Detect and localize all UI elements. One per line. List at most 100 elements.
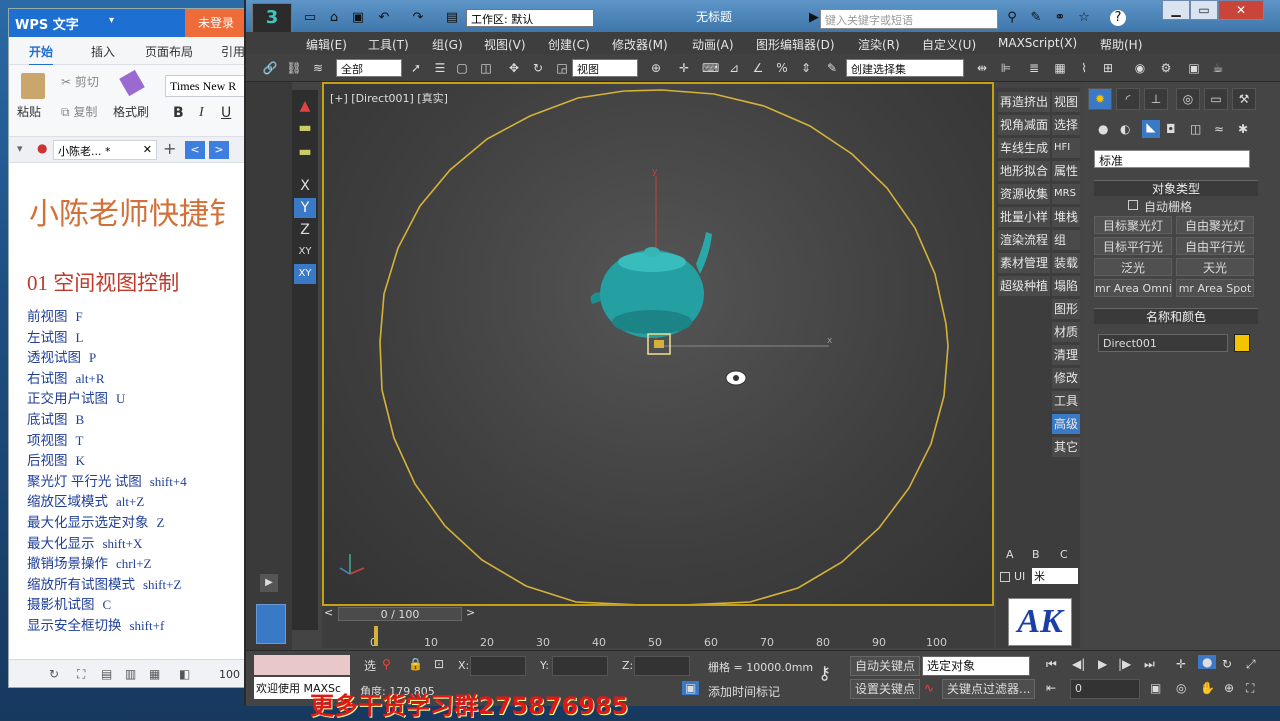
paste-button[interactable]: 粘贴 <box>17 103 41 120</box>
plugin-button[interactable]: 其它 <box>1052 437 1080 457</box>
mirror-icon[interactable]: ⇹ <box>974 60 990 76</box>
percent-snap-icon[interactable]: % <box>774 60 790 76</box>
snap-toggle-icon[interactable]: ⊿ <box>726 60 742 76</box>
category-select[interactable]: 标准 <box>1094 150 1250 168</box>
axis-x-button[interactable]: X <box>294 176 316 196</box>
cut-button[interactable]: ✂ 剪切 <box>61 73 99 90</box>
project-folder-icon[interactable]: ▤ <box>444 10 460 26</box>
x-coord-input[interactable] <box>470 656 526 676</box>
next-key-icon[interactable]: |▶ <box>1118 657 1131 671</box>
rendered-frame-icon[interactable]: ▣ <box>1186 60 1202 76</box>
measure-icon[interactable]: ▬ <box>294 142 316 162</box>
plugin-button[interactable]: 资源收集 <box>998 184 1050 204</box>
render-icon[interactable]: ☕ <box>1210 60 1226 76</box>
scale-icon[interactable]: ◲ <box>554 60 570 76</box>
menu-rendering[interactable]: 渲染(R) <box>858 36 900 53</box>
key-filters-button[interactable]: 关键点过滤器... <box>942 679 1036 699</box>
menu-create[interactable]: 创建(C) <box>548 36 590 53</box>
zoom-level[interactable]: 100 <box>219 668 240 681</box>
plugin-button[interactable]: 地形拟合 <box>998 161 1050 181</box>
menu-views[interactable]: 视图(V) <box>484 36 526 53</box>
select-object-icon[interactable]: ➚ <box>408 60 424 76</box>
time-config-icon[interactable]: ▣ <box>1150 681 1161 695</box>
axis-z-button[interactable]: Z <box>294 220 316 240</box>
geometry-icon[interactable]: ● <box>1098 122 1108 136</box>
plugin-button[interactable]: 修改 <box>1052 368 1080 388</box>
undo-icon[interactable]: ↶ <box>376 10 392 26</box>
plugin-button[interactable]: 属性 <box>1052 161 1080 181</box>
schematic-view-icon[interactable]: ⊞ <box>1100 60 1116 76</box>
play-icon[interactable]: ▶ <box>1098 657 1107 671</box>
login-button[interactable]: 未登录 <box>185 9 245 37</box>
skylight-button[interactable]: 天光 <box>1176 258 1254 276</box>
plugin-button[interactable]: 装载 <box>1052 253 1080 273</box>
web-view-icon[interactable]: ▦ <box>149 667 160 681</box>
help-icon[interactable]: ? <box>1110 10 1126 26</box>
graphite-ribbon-icon[interactable]: ▦ <box>1052 60 1068 76</box>
tab-a[interactable]: A <box>1006 548 1014 561</box>
prev-key-icon[interactable]: ◀| <box>1072 657 1085 671</box>
set-key-button[interactable]: 设置关键点 <box>850 679 921 699</box>
save-icon[interactable]: ▣ <box>350 10 366 26</box>
maximize-button[interactable]: ▭ <box>1190 0 1218 20</box>
add-time-tag-label[interactable]: 添加时间标记 <box>708 683 780 700</box>
pin-icon[interactable]: ● <box>37 141 47 155</box>
menu-maxscript[interactable]: MAXScript(X) <box>998 36 1077 50</box>
orbit-icon[interactable]: ↻ <box>1222 657 1232 671</box>
perspective-viewport[interactable]: [+] [Direct001] [真实] y x <box>322 82 994 606</box>
viewport-thumbnail[interactable] <box>256 604 286 644</box>
document-tab[interactable]: 小陈老... * ✕ <box>53 140 157 160</box>
helpers-icon[interactable]: ◫ <box>1190 122 1201 136</box>
plugin-button[interactable]: 堆栈 <box>1052 207 1080 227</box>
plugin-button[interactable]: 工具 <box>1052 391 1080 411</box>
lock-icon[interactable]: 🔒 <box>408 657 423 671</box>
plugin-button[interactable]: 再造挤出 <box>998 92 1050 112</box>
underline-button[interactable]: U <box>221 105 231 121</box>
plugin-button[interactable]: 车线生成 <box>998 138 1050 158</box>
plugin-button[interactable]: MRS <box>1052 184 1080 204</box>
document-page[interactable]: 小陈老师快捷钅 01 空间视图控制 前视图 F 左试图 L 透视试图 P 右试图 alt… <box>9 163 245 659</box>
paste-icon[interactable] <box>21 73 45 99</box>
move-icon[interactable]: ✥ <box>506 60 522 76</box>
axis-y-button[interactable]: Y <box>294 198 316 218</box>
plugin-button[interactable]: 塌陷 <box>1052 276 1080 296</box>
absolute-mode-icon[interactable]: ⊡ <box>434 657 444 671</box>
plugin-button[interactable]: 清理 <box>1052 345 1080 365</box>
systems-icon[interactable]: ✱ <box>1238 122 1248 136</box>
plugin-button[interactable]: 视图 <box>1052 92 1080 112</box>
target-direct-button[interactable]: 目标平行光 <box>1094 237 1172 255</box>
selection-filter-select[interactable]: 全部 <box>336 59 402 77</box>
layer-manager-icon[interactable]: ≣ <box>1026 60 1042 76</box>
create-tab-icon[interactable]: ✹ <box>1088 88 1112 110</box>
favorites-icon[interactable]: ☆ <box>1076 10 1092 26</box>
rect-selection-icon[interactable]: ▢ <box>454 60 470 76</box>
utilities-tab-icon[interactable]: ⚒ <box>1232 88 1256 110</box>
menu-modifiers[interactable]: 修改器(M) <box>612 36 668 53</box>
render-setup-icon[interactable]: ⚙ <box>1158 60 1174 76</box>
z-coord-input[interactable] <box>634 656 690 676</box>
plugin-button[interactable]: 视角减面 <box>998 115 1050 135</box>
fullscreen-toggle-icon[interactable]: ⛶ <box>1246 681 1254 696</box>
menu-help[interactable]: 帮助(H) <box>1100 36 1142 53</box>
scale-up-icon[interactable]: ▲ <box>294 96 316 116</box>
object-color-swatch[interactable] <box>1234 334 1250 352</box>
format-painter-button[interactable]: 格式刷 <box>113 103 149 120</box>
pivot-center-icon[interactable]: ⊕ <box>648 60 664 76</box>
tab-home[interactable]: 开始 <box>29 43 54 66</box>
bind-space-warp-icon[interactable]: ≋ <box>310 60 326 76</box>
next-tab-button[interactable]: > <box>209 141 229 159</box>
close-button[interactable]: ✕ <box>1218 0 1264 20</box>
omni-button[interactable]: 泛光 <box>1094 258 1172 276</box>
object-type-rollout[interactable]: 对象类型 <box>1094 180 1258 196</box>
new-file-icon[interactable]: ▭ <box>302 10 318 26</box>
menu-group[interactable]: 组(G) <box>432 36 463 53</box>
minimize-button[interactable]: ▁ <box>1162 0 1190 20</box>
reference-coordinate-select[interactable]: 视图 <box>572 59 638 77</box>
format-painter-icon[interactable] <box>119 69 145 97</box>
menu-graph-editors[interactable]: 图形编辑器(D) <box>756 36 835 53</box>
menu-edit[interactable]: 编辑(E) <box>306 36 347 53</box>
bold-button[interactable]: B <box>173 105 184 121</box>
fov-icon[interactable]: ◎ <box>1176 681 1186 695</box>
target-spot-button[interactable]: 目标聚光灯 <box>1094 216 1172 234</box>
key-icon[interactable]: ⚷ <box>818 663 831 684</box>
